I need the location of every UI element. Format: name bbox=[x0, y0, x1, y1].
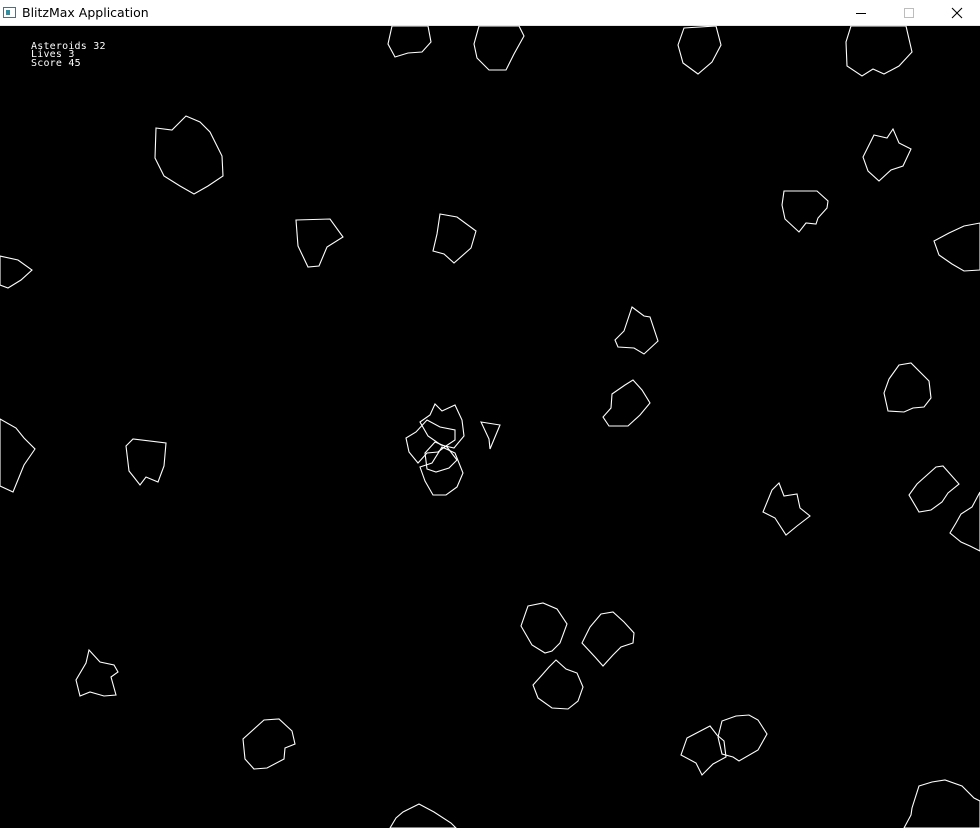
asteroid bbox=[883, 362, 932, 413]
asteroid bbox=[903, 779, 980, 828]
asteroid bbox=[862, 127, 912, 182]
asteroid bbox=[520, 602, 568, 654]
asteroid bbox=[0, 255, 33, 289]
asteroid bbox=[845, 26, 913, 77]
player-ship bbox=[480, 421, 501, 450]
asteroid bbox=[762, 482, 811, 536]
asteroid bbox=[949, 491, 980, 552]
minimize-button[interactable] bbox=[838, 0, 884, 26]
asteroid bbox=[781, 190, 829, 233]
asteroid bbox=[581, 611, 635, 667]
minimize-icon bbox=[856, 13, 866, 14]
maximize-icon bbox=[904, 8, 914, 18]
asteroid bbox=[677, 26, 722, 75]
close-button[interactable] bbox=[934, 0, 980, 26]
title-bar[interactable]: BlitzMax Application bbox=[0, 0, 980, 26]
maximize-button[interactable] bbox=[886, 0, 932, 26]
asteroid bbox=[432, 213, 477, 264]
asteroid bbox=[908, 465, 960, 513]
asteroid bbox=[387, 26, 432, 58]
asteroid bbox=[614, 306, 659, 355]
asteroid bbox=[424, 441, 458, 473]
asteroid bbox=[0, 418, 36, 493]
asteroid bbox=[473, 26, 525, 71]
asteroid bbox=[419, 403, 465, 449]
close-icon bbox=[951, 7, 963, 19]
asteroid bbox=[389, 803, 457, 828]
asteroid bbox=[405, 419, 456, 464]
asteroid bbox=[532, 659, 584, 710]
asteroid bbox=[602, 379, 651, 427]
asteroid bbox=[242, 718, 296, 770]
asteroid-field bbox=[0, 26, 980, 828]
window-title: BlitzMax Application bbox=[22, 5, 149, 20]
asteroid bbox=[125, 438, 167, 486]
asteroid bbox=[75, 648, 119, 697]
game-canvas[interactable]: Asteroids 32 Lives 3 Score 45 bbox=[0, 26, 980, 828]
asteroid bbox=[933, 222, 980, 272]
asteroid bbox=[295, 218, 344, 268]
game-window: BlitzMax Application Asteroids 32 Lives … bbox=[0, 0, 980, 828]
asteroid bbox=[154, 115, 224, 195]
app-window-icon bbox=[3, 7, 16, 18]
